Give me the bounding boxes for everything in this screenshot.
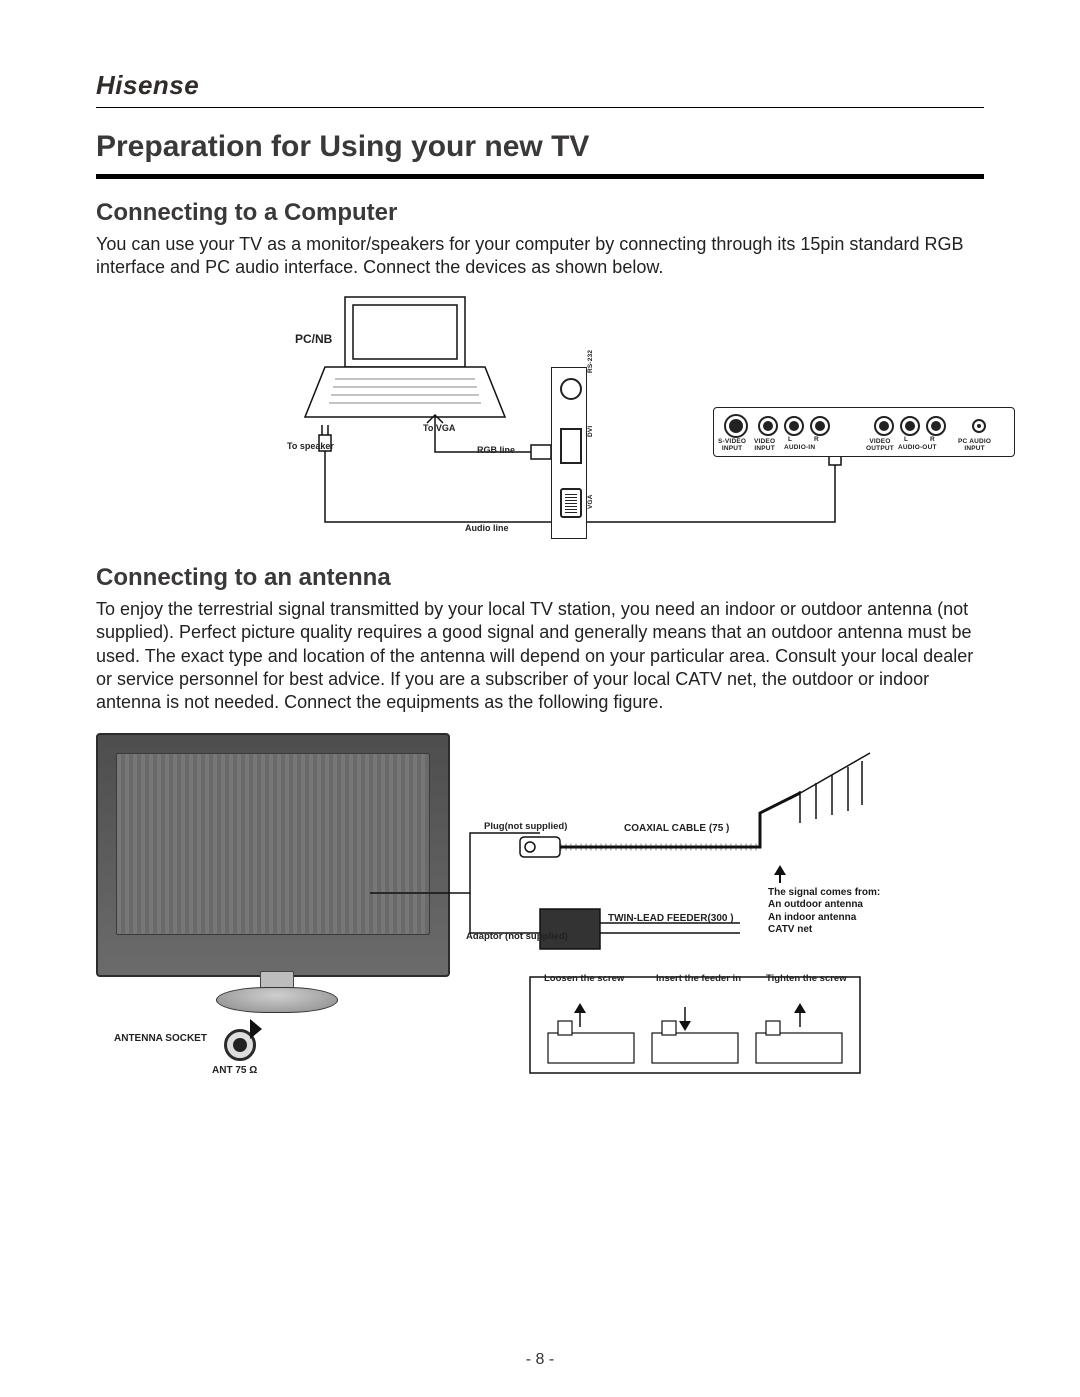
figure-computer-connection: RS-232 DVI VGA S-VIDEO INPUT VIDEO INPUT…	[194, 286, 896, 538]
lbl-R1: R	[814, 436, 819, 443]
label-step2: Insert the feeder in	[656, 973, 741, 984]
label-to-speaker: To speaker	[287, 441, 334, 451]
label-twin: TWIN-LEAD FEEDER(300 )	[608, 913, 734, 924]
lbl-audio-in: AUDIO-IN	[784, 444, 815, 451]
brand-logo: Hisense	[96, 70, 984, 101]
lbl-R2: R	[930, 436, 935, 443]
section-body-computer: You can use your TV as a monitor/speaker…	[96, 233, 984, 280]
label-coax: COAXIAL CABLE (75 )	[624, 823, 729, 834]
label-plug: Plug(not supplied)	[484, 821, 567, 832]
port-vga	[560, 488, 582, 518]
lbl-audio-out: AUDIO-OUT	[898, 444, 937, 451]
label-dvi: DVI	[587, 425, 594, 436]
label-to-vga: To VGA	[423, 423, 455, 433]
label-step3: Tighten the screw	[766, 973, 847, 984]
tv-rear-panel: S-VIDEO INPUT VIDEO INPUT L R AUDIO-IN V…	[713, 407, 1015, 457]
signal-line-2: An indoor antenna	[768, 912, 880, 925]
manual-page: Hisense Preparation for Using your new T…	[0, 0, 1080, 1397]
section-body-antenna: To enjoy the terrestrial signal transmit…	[96, 598, 984, 715]
jack-audio-in-r	[810, 416, 830, 436]
jack-pc-audio	[972, 419, 986, 433]
lbl-pc-audio: PC AUDIO INPUT	[958, 438, 991, 452]
label-audio-line: Audio line	[465, 523, 509, 533]
signal-title: The signal comes from:	[768, 887, 880, 900]
lbl-video-out: VIDEO OUTPUT	[866, 438, 894, 452]
section-heading-antenna: Connecting to an antenna	[96, 564, 984, 592]
jack-audio-in-l	[784, 416, 804, 436]
label-rs232: RS-232	[587, 350, 594, 373]
lbl-svideo: S-VIDEO INPUT	[718, 438, 746, 452]
section-heading-computer: Connecting to a Computer	[96, 199, 984, 227]
label-vga: VGA	[587, 494, 594, 509]
signal-info: The signal comes from: An outdoor antenn…	[768, 887, 880, 937]
jack-video-out	[874, 416, 894, 436]
label-adaptor: Adaptor (not supplied)	[466, 931, 568, 942]
figure-antenna-connection: ANTENNA SOCKET ANT 75 Ω	[96, 733, 984, 1103]
port-dvi	[560, 428, 582, 464]
label-step1: Loosen the screw	[544, 973, 624, 984]
signal-line-3: CATV net	[768, 924, 880, 937]
page-title: Preparation for Using your new TV	[96, 130, 984, 164]
tv-side-panel	[551, 367, 587, 539]
label-rgb-line: RGB line	[477, 445, 515, 455]
brand-rule	[96, 107, 984, 108]
jack-audio-out-r	[926, 416, 946, 436]
page-number: - 8 -	[0, 1351, 1080, 1369]
port-rs232	[560, 378, 582, 400]
lbl-L1: L	[788, 436, 792, 443]
jack-video-in	[758, 416, 778, 436]
label-pc-nb: PC/NB	[295, 332, 332, 346]
signal-line-1: An outdoor antenna	[768, 899, 880, 912]
lbl-video-in: VIDEO INPUT	[754, 438, 775, 452]
jack-svideo	[724, 414, 748, 438]
jack-audio-out-l	[900, 416, 920, 436]
title-rule	[96, 174, 984, 179]
lbl-L2: L	[904, 436, 908, 443]
